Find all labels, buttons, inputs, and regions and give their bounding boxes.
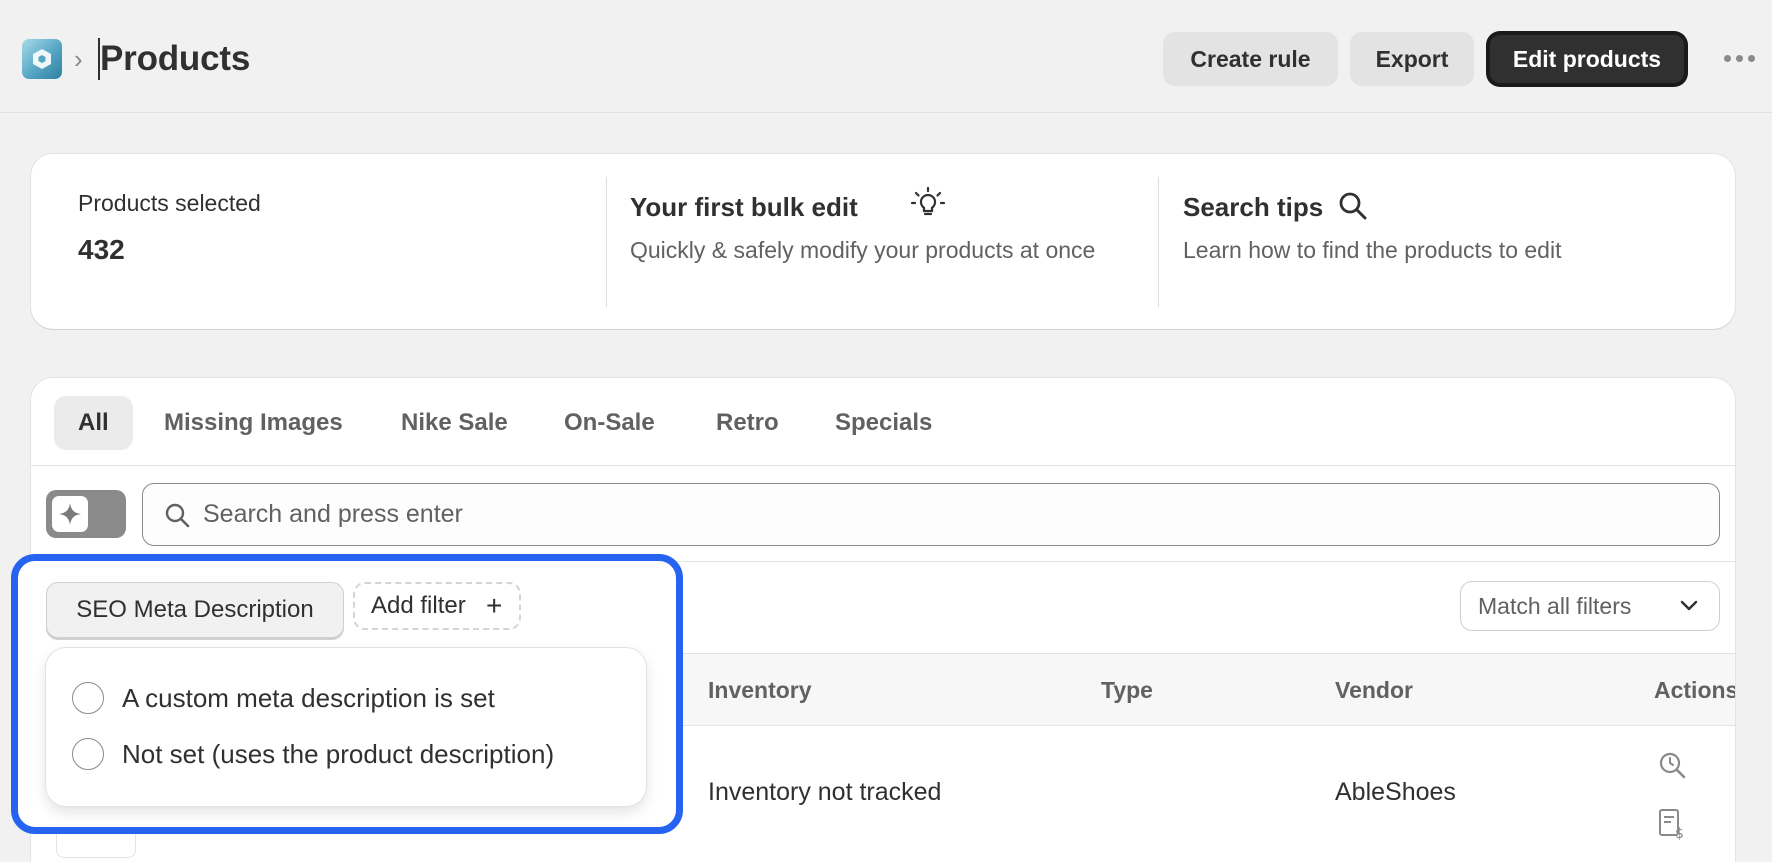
bulk-edit-title: Your first bulk edit xyxy=(630,192,858,222)
bulk-edit-panel[interactable]: Your first bulk edit Quickly & safely mo… xyxy=(607,154,1159,329)
tab-specials[interactable]: Specials xyxy=(811,396,956,450)
edit-products-button[interactable]: Edit products xyxy=(1488,33,1686,85)
filter-option-label: Not set (uses the product description) xyxy=(122,739,555,769)
bulk-edit-text: Quickly & safely modify your products at… xyxy=(630,237,1096,263)
tab-all[interactable]: All xyxy=(54,396,133,450)
tab-on-sale[interactable]: On-Sale xyxy=(540,396,679,450)
lightbulb-icon xyxy=(910,186,946,216)
plus-icon: + xyxy=(486,590,503,621)
search-row xyxy=(31,466,1735,562)
tab-nike-sale[interactable]: Nike Sale xyxy=(377,396,532,450)
ai-search-toggle[interactable] xyxy=(46,490,126,538)
search-tips-text: Learn how to find the products to edit xyxy=(1183,237,1562,263)
search-tips-title: Search tips xyxy=(1183,192,1324,222)
search-tips-panel[interactable]: Search tips Learn how to find the produc… xyxy=(1159,154,1735,329)
search-input[interactable] xyxy=(203,484,1703,545)
radio-button[interactable] xyxy=(72,682,104,714)
cell-inventory: Inventory not tracked xyxy=(708,778,942,806)
products-selected-count: 432 xyxy=(78,234,125,265)
radio-button[interactable] xyxy=(72,738,104,770)
view-tabs: All Missing Images Nike Sale On-Sale Ret… xyxy=(31,378,1735,466)
create-rule-button[interactable]: Create rule xyxy=(1163,32,1338,86)
filter-option-label: A custom meta description is set xyxy=(122,683,495,713)
tab-missing-images[interactable]: Missing Images xyxy=(140,396,367,450)
match-filters-select[interactable]: Match all filters xyxy=(1460,581,1720,631)
products-selected-panel: Products selected 432 xyxy=(31,154,606,329)
top-bar: › Products Create rule Export Edit produ… xyxy=(0,0,1772,113)
summary-card: Products selected 432 Your first bulk ed… xyxy=(31,154,1735,329)
tab-retro[interactable]: Retro xyxy=(692,396,803,450)
column-type[interactable]: Type xyxy=(1101,654,1153,726)
sparkle-icon xyxy=(52,496,88,532)
add-filter-label: Add filter xyxy=(371,592,466,619)
chevron-down-icon xyxy=(1680,600,1698,611)
app-logo-icon[interactable] xyxy=(22,39,62,79)
column-vendor[interactable]: Vendor xyxy=(1335,654,1413,726)
filter-option-custom-set[interactable]: A custom meta description is set xyxy=(46,672,646,722)
price-list-icon[interactable]: $ xyxy=(1657,808,1687,840)
breadcrumb-chevron-icon: › xyxy=(74,44,83,74)
search-icon xyxy=(165,503,190,528)
export-button[interactable]: Export xyxy=(1350,32,1474,86)
history-search-icon[interactable] xyxy=(1657,750,1687,780)
cell-vendor: AbleShoes xyxy=(1335,778,1456,806)
ellipsis-icon[interactable] xyxy=(1722,48,1758,68)
products-selected-label: Products selected xyxy=(78,190,261,216)
add-filter-button[interactable]: Add filter + xyxy=(353,582,521,630)
page-title: Products xyxy=(100,39,251,78)
svg-text:$: $ xyxy=(1675,826,1684,840)
match-filters-label: Match all filters xyxy=(1478,593,1632,619)
column-actions: Actions xyxy=(1654,677,1735,703)
filter-options-popover: A custom meta description is set Not set… xyxy=(46,648,646,806)
column-inventory[interactable]: Inventory xyxy=(708,654,812,726)
filter-option-not-set[interactable]: Not set (uses the product description) xyxy=(46,728,646,778)
magnifier-icon xyxy=(1339,192,1367,220)
search-box[interactable] xyxy=(142,483,1720,546)
active-filter-pill[interactable]: SEO Meta Description xyxy=(46,582,344,638)
